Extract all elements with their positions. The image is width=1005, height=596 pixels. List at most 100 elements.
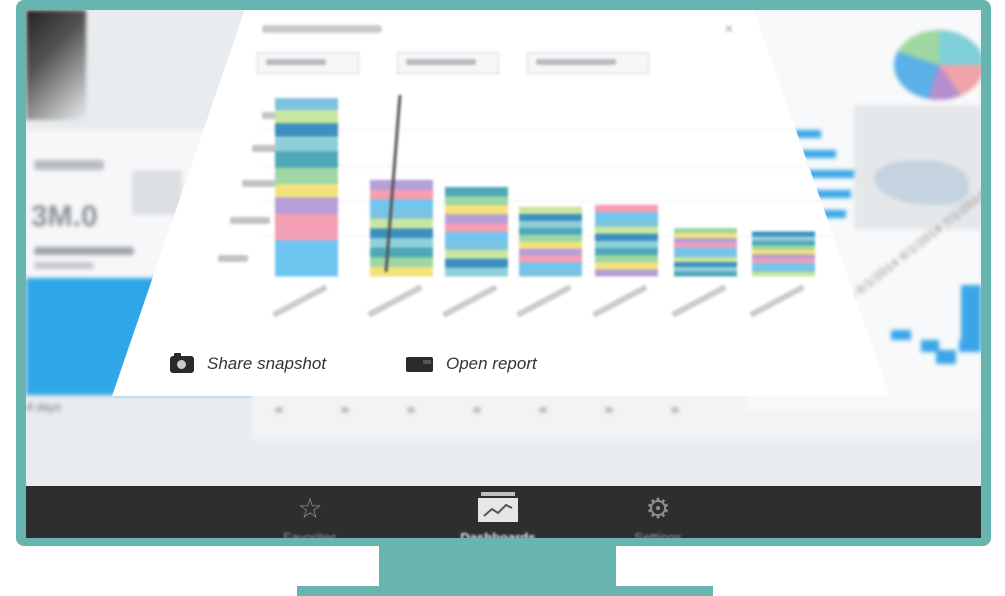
tab-dashboards[interactable]: Dashboards (428, 486, 568, 538)
chart-bar-segment (370, 199, 433, 210)
background-column (936, 350, 956, 364)
chart-bar-segment (275, 150, 338, 168)
chart-bar-segment (275, 109, 338, 124)
chart-bar-segment (752, 262, 815, 268)
chart-bar-segment (674, 242, 737, 248)
chart-bar-segment (275, 98, 338, 111)
open-report-button[interactable]: Open report (406, 354, 537, 374)
chart-bar[interactable] (445, 187, 508, 277)
background-pie-chart (894, 30, 981, 100)
chart-bar-segment (445, 204, 508, 215)
background-axis-ticks (276, 408, 716, 412)
chart-bar-segment (595, 261, 658, 270)
chart-bar-segment (370, 218, 433, 229)
chart-bar-segment (674, 251, 737, 258)
camera-icon (170, 352, 194, 373)
tab-settings[interactable]: ⚙ Settings (603, 486, 713, 539)
chart-bar-segment (674, 232, 737, 239)
chart-bar-segment (752, 267, 815, 273)
chart-bar-segment (674, 261, 737, 267)
chart-bar[interactable] (275, 98, 338, 277)
tab-label: Dashboards (460, 530, 536, 538)
chart-bar-segment (445, 187, 508, 197)
chart-bar-segment (595, 233, 658, 241)
open-report-label: Open report (446, 354, 537, 373)
chart-bar-segment (674, 237, 737, 243)
chart-bar-segment (445, 258, 508, 268)
monitor-stand-base (297, 586, 713, 596)
kpi-tile-thumb (132, 170, 182, 215)
x-axis-tick-label (592, 284, 648, 318)
chart-bar-segment (595, 219, 658, 227)
chart-bar-segment (519, 206, 582, 215)
background-shadow (26, 10, 86, 120)
chart-bar-segment (370, 247, 433, 258)
chart-bar-segment (445, 249, 508, 259)
chart-bar-segment (370, 266, 433, 277)
chart-bar-segment (275, 213, 338, 241)
chart-bar-segment (275, 239, 338, 277)
chart-bar-segment (370, 227, 433, 239)
chart-bar-segment (752, 244, 815, 250)
report-card-content: ✕ (112, 10, 890, 396)
chart-bar-segment (519, 241, 582, 249)
background-column (961, 285, 981, 345)
kpi-tile-title (34, 160, 104, 170)
chart-bar-segment (674, 266, 737, 272)
chart-bar-segment (595, 204, 658, 213)
chart-bar-segment (752, 258, 815, 264)
kpi-tile-caption (34, 262, 94, 269)
report-icon (406, 356, 433, 372)
chart-bar-segment (752, 231, 815, 237)
chart-bar-segment (595, 268, 658, 277)
chart-bar-segment (519, 234, 582, 242)
share-snapshot-label: Share snapshot (207, 354, 327, 373)
chart-bar-segment (275, 183, 338, 198)
x-axis-tick-label (749, 284, 805, 318)
chart-bar-segment (595, 240, 658, 249)
tab-favorites[interactable]: ☆ Favorites (255, 486, 365, 539)
chart-bar-segment (519, 248, 582, 256)
chart-bar-segment (445, 267, 508, 277)
tab-label: Settings (634, 530, 682, 538)
chart-bar-segment (595, 254, 658, 263)
chart-bar[interactable] (674, 227, 737, 277)
chart-bar-segment (674, 227, 737, 234)
chart-bar-segment (752, 235, 815, 241)
chart-bar-segment (445, 231, 508, 241)
chart-bar-segment (275, 122, 338, 137)
chart-bar-segment (370, 179, 433, 190)
chart-bar-segment (370, 189, 433, 200)
chart-bar-segment (519, 262, 582, 270)
chart-bar-segment (445, 213, 508, 224)
chart-bar-segment (275, 135, 338, 152)
chart-bar-segment (519, 255, 582, 263)
chart-bar-segment (519, 227, 582, 235)
app-screen: 3M.0 4 days 7/1/2014 7/1/2014 6/1/2014 6… (26, 10, 981, 538)
bottom-tab-bar: ☆ Favorites Dashboards ⚙ Settings (26, 486, 981, 538)
chart-bar-segment (519, 220, 582, 228)
chart-bar-segment (752, 271, 815, 277)
chart-bar-segment (752, 240, 815, 246)
chart-bar-segment (370, 256, 433, 267)
chart-bar[interactable] (752, 231, 815, 277)
chart-bar-segment (519, 269, 582, 277)
chart-bar-segment (752, 253, 815, 259)
chart-bar-segment (674, 256, 737, 263)
chart-bar-segment (275, 167, 338, 185)
kpi-tile-subtitle (34, 247, 134, 255)
chart-bar-segment (595, 226, 658, 234)
chart-bar[interactable] (595, 204, 658, 277)
chart-bar-segment (445, 222, 508, 232)
chart-bar-segment (595, 211, 658, 220)
chart-bar-segment (445, 240, 508, 250)
chart-bar-segment (370, 208, 433, 219)
chart-bar[interactable] (519, 206, 582, 277)
share-snapshot-button[interactable]: Share snapshot (170, 352, 327, 374)
chart-bar[interactable] (370, 179, 433, 277)
kpi-value: 3M.0 (31, 200, 98, 233)
tab-label: Favorites (283, 530, 337, 538)
chart-bar-segment (752, 249, 815, 255)
report-popup-card: ✕ Share snapshot Open report (112, 10, 890, 396)
background-column (891, 330, 911, 340)
